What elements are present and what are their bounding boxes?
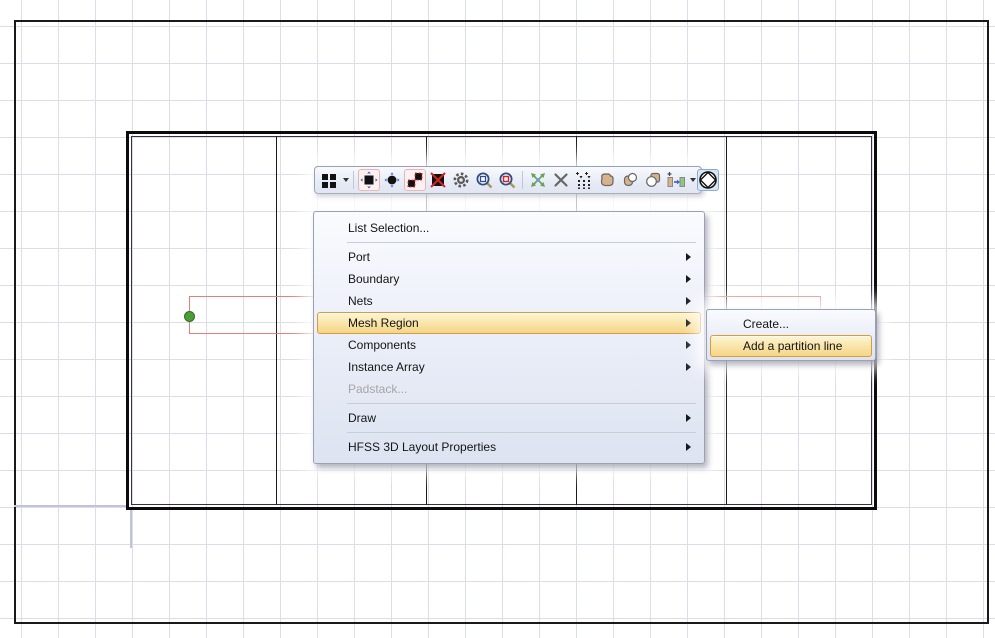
mesh-region-submenu: Create... Add a partition line (706, 309, 876, 361)
select-vertices-icon[interactable] (381, 169, 403, 191)
menu-item-list-selection[interactable]: List Selection... (317, 217, 701, 239)
zoom-window-icon[interactable] (473, 169, 495, 191)
menu-item-components[interactable]: Components (317, 334, 701, 356)
context-menu: List Selection... Port Boundary Nets Mesh Re… (313, 211, 705, 464)
via-dot[interactable] (184, 311, 195, 322)
major-gridline-vertical (130, 510, 132, 548)
menu-item-label: Mesh Region (348, 316, 419, 330)
deselect-all-icon[interactable] (427, 169, 449, 191)
dropdown-caret-icon[interactable] (690, 178, 696, 182)
zoom-selection-icon[interactable] (496, 169, 518, 191)
menu-item-boundary[interactable]: Boundary (317, 268, 701, 290)
menu-item-instance-array[interactable]: Instance Array (317, 356, 701, 378)
hfss-3d-layout-canvas[interactable]: { "colors": { "grid-line": "#dcdcea", "m… (0, 0, 995, 638)
menu-item-label: HFSS 3D Layout Properties (348, 440, 496, 454)
submenu-arrow-icon (686, 443, 691, 451)
menu-item-label: List Selection... (348, 221, 429, 235)
boolean-subtract-icon[interactable] (619, 169, 641, 191)
submenu-arrow-icon (686, 253, 691, 261)
toolbar-separator (353, 171, 354, 189)
menu-item-draw[interactable]: Draw (317, 407, 701, 429)
menu-item-label: Components (348, 338, 416, 352)
menu-item-add-a-partition-line[interactable]: Add a partition line (710, 335, 872, 357)
select-overlapping-icon[interactable] (404, 169, 426, 191)
menu-item-nets[interactable]: Nets (317, 290, 701, 312)
menu-item-create[interactable]: Create... (710, 313, 872, 335)
menu-separator (347, 242, 696, 243)
submenu-arrow-icon (686, 275, 691, 283)
layer-assign-icon[interactable] (665, 169, 687, 191)
fit-selection-icon[interactable] (527, 169, 549, 191)
menu-item-label: Boundary (348, 272, 399, 286)
snap-mode-icon[interactable] (573, 169, 595, 191)
menu-item-label: Padstack... (348, 382, 407, 396)
major-gridline-horizontal (14, 505, 126, 507)
menu-item-port[interactable]: Port (317, 246, 701, 268)
boolean-intersect-icon[interactable] (642, 169, 664, 191)
polygon-circle-icon[interactable] (697, 169, 719, 191)
menu-item-label: Add a partition line (743, 339, 842, 353)
select-mode-icon[interactable] (318, 169, 340, 191)
submenu-arrow-icon (686, 363, 691, 371)
submenu-arrow-icon (686, 297, 691, 305)
dropdown-caret-icon[interactable] (343, 178, 349, 182)
menu-item-padstack: Padstack... (317, 378, 701, 400)
menu-item-label: Instance Array (348, 360, 425, 374)
select-objects-icon[interactable] (358, 169, 380, 191)
menu-item-hfss-3d-layout-properties[interactable]: HFSS 3D Layout Properties (317, 436, 701, 458)
submenu-arrow-icon (686, 341, 691, 349)
menu-item-label: Nets (348, 294, 373, 308)
submenu-arrow-icon (686, 414, 691, 422)
toolbar-separator (522, 171, 523, 189)
menu-separator (347, 403, 696, 404)
floating-toolbar (314, 166, 702, 194)
menu-item-label: Port (348, 250, 370, 264)
menu-item-label: Draw (348, 411, 376, 425)
menu-separator (347, 432, 696, 433)
menu-item-label: Create... (743, 317, 789, 331)
menu-item-mesh-region[interactable]: Mesh Region (317, 312, 701, 334)
delete-x-icon[interactable] (550, 169, 572, 191)
settings-gear-icon[interactable] (450, 169, 472, 191)
boolean-unite-icon[interactable] (596, 169, 618, 191)
submenu-arrow-icon (686, 319, 691, 327)
